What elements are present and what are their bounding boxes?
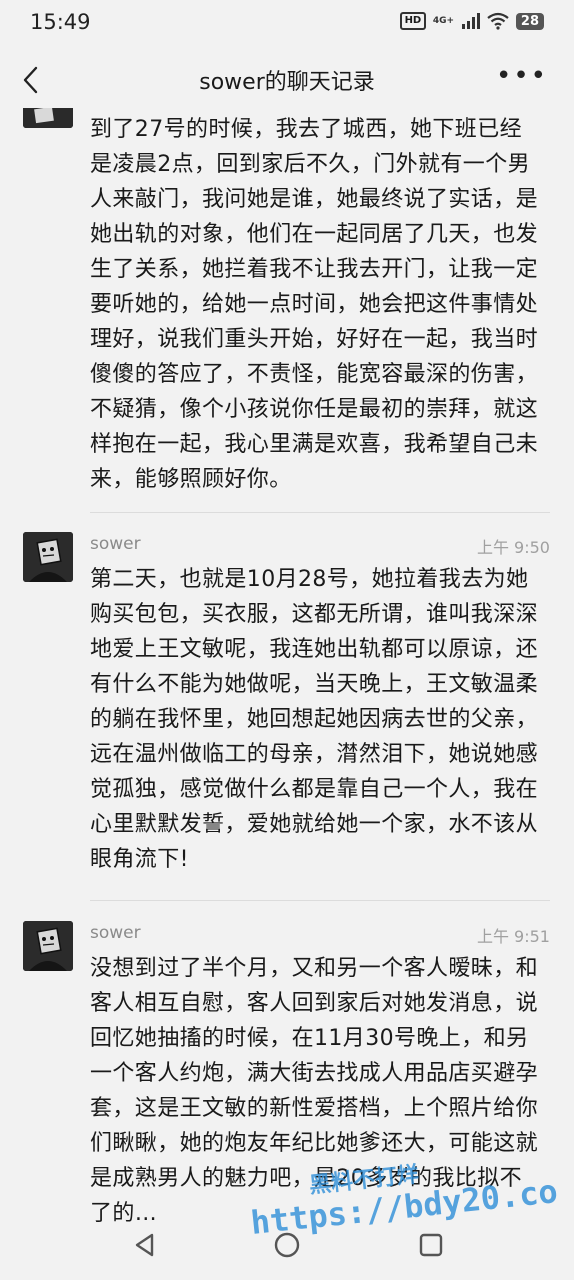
divider bbox=[90, 900, 550, 901]
signal-icon bbox=[461, 13, 480, 29]
avatar bbox=[23, 108, 73, 128]
system-navigation-bar bbox=[0, 1212, 574, 1280]
more-options-button[interactable]: ••• bbox=[496, 63, 548, 89]
avatar bbox=[23, 532, 73, 582]
nav-back-icon[interactable] bbox=[130, 1230, 160, 1260]
battery-icon: 28 bbox=[515, 12, 544, 30]
nav-home-icon[interactable] bbox=[272, 1230, 302, 1260]
message-time: 上午 9:50 bbox=[476, 538, 550, 557]
navigation-bar: sower的聊天记录 ••• bbox=[0, 50, 574, 110]
message-text: 到了27号的时候，我去了城西，她下班已经是凌晨2点，回到家后不久，门外就有一个男… bbox=[90, 117, 539, 492]
status-bar: 15:49 HD 4G+ 28 bbox=[0, 0, 574, 44]
message-time: 上午 9:51 bbox=[476, 927, 550, 946]
sender-name: sower bbox=[90, 534, 141, 554]
wifi-icon bbox=[487, 12, 509, 30]
message-text: 第二天，也就是10月28号，她拉着我去为她购买包包，买衣服，这都无所谓，谁叫我深… bbox=[90, 567, 539, 872]
chat-history[interactable]: 到了27号的时候，我去了城西，她下班已经是凌晨2点，回到家后不久，门外就有一个男… bbox=[0, 108, 574, 1228]
hd-icon: HD bbox=[399, 12, 426, 30]
nav-recents-icon[interactable] bbox=[416, 1230, 446, 1260]
page-title: sower的聊天记录 bbox=[199, 70, 375, 95]
network-icon: 4G+ bbox=[432, 15, 455, 26]
divider bbox=[90, 512, 550, 513]
avatar bbox=[23, 921, 73, 971]
status-icons: HD 4G+ 28 bbox=[399, 12, 544, 30]
sender-name: sower bbox=[90, 923, 141, 943]
status-time: 15:49 bbox=[30, 10, 91, 34]
